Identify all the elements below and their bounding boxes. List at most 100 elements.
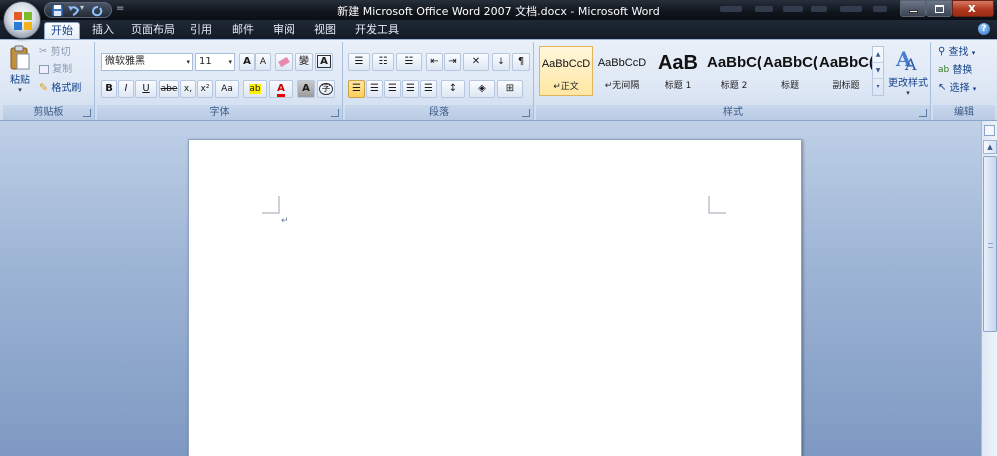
tab-developer[interactable]: 开发工具 [352,22,402,39]
cut-button[interactable]: ✂ 剪切 [39,44,71,60]
font-name-dropdown-icon[interactable]: ▾ [186,54,190,70]
scroll-thumb[interactable] [983,156,997,332]
tab-insert[interactable]: 插入 [88,22,118,39]
font-color-button[interactable]: A [269,80,293,98]
minimize-icon [909,10,918,13]
restore-button[interactable] [926,0,952,17]
change-styles-dropdown-icon[interactable]: ▾ [888,89,928,97]
cursor-arrow-icon: ↖ [938,82,947,93]
style-normal-name: ↵正文 [553,82,579,92]
tab-view[interactable]: 视图 [310,22,340,39]
borders-button[interactable]: ⊞ [497,80,523,98]
title-blur-2 [755,6,773,12]
close-button[interactable]: x [952,0,994,17]
style-normal-sample: AaBbCcD [541,58,591,70]
align-center-button[interactable]: ☰ [366,80,383,98]
borders-icon: ⊞ [505,83,515,94]
subscript-label: x, [183,84,193,94]
increase-indent-icon: ⇥ [448,56,457,67]
style-subtitle[interactable]: AaBbC( 副标题 [819,46,873,96]
style-heading-2-name: 标题 2 [720,81,748,91]
strikethrough-button[interactable]: abe [159,80,179,98]
font-size-combo[interactable]: 11 ▾ [195,53,235,71]
office-button[interactable] [3,1,41,39]
style-heading-1[interactable]: AaB 标题 1 [651,46,705,96]
style-heading-2[interactable]: AaBbC( 标题 2 [707,46,761,96]
grow-font-label: A [243,56,251,67]
title-blur-6 [873,6,887,12]
title-bar: ▾ = 新建 Microsoft Office Word 2007 文档.doc… [0,0,997,20]
find-label: 查找 [948,47,969,58]
gallery-down-icon[interactable]: ▼ [873,63,883,79]
subscript-button[interactable]: x, [180,80,196,98]
decrease-indent-button[interactable]: ⇤ [426,53,443,71]
clipboard-launcher-icon[interactable] [83,109,91,117]
paste-dropdown-icon[interactable]: ▾ [6,86,34,94]
font-size-value: 11 [199,56,212,67]
underline-button[interactable]: U [135,80,157,98]
styles-gallery-scroller: ▲ ▼ ▾ [872,46,884,96]
replace-button[interactable]: ab 替换 [938,62,972,78]
gallery-more-icon[interactable]: ▾ [873,79,883,95]
numbering-button[interactable]: ☷ [372,53,394,71]
title-blur-3 [783,6,803,12]
superscript-button[interactable]: x² [197,80,213,98]
char-shading-button[interactable]: A [297,80,315,98]
enclose-char-button[interactable]: 字 [317,80,335,98]
paste-button[interactable]: 粘贴 ▾ [6,45,34,101]
grow-font-button[interactable]: A [239,53,255,71]
phonetic-guide-button[interactable]: 變 [295,53,313,71]
help-icon[interactable]: ? [978,23,990,35]
window-controls: x [900,0,994,18]
gallery-up-icon[interactable]: ▲ [873,47,883,63]
char-border-button[interactable]: A [315,53,333,71]
chinese-layout-button[interactable]: ✕ [463,53,489,71]
format-painter-button[interactable]: ✎ 格式刷 [39,80,81,96]
find-button[interactable]: ⚲ 查找 ▾ [938,44,975,60]
tab-home[interactable]: 开始 [44,22,80,39]
style-no-spacing[interactable]: AaBbCcD ↵无间隔 [595,46,649,96]
decrease-indent-icon: ⇤ [430,56,439,67]
view-ruler-icon[interactable] [984,125,995,136]
distributed-button[interactable]: ☰ [420,80,437,98]
show-marks-button[interactable]: ¶ [512,53,530,71]
paste-icon [10,45,30,70]
clear-formatting-button[interactable] [275,53,293,71]
italic-button[interactable]: I [118,80,134,98]
strikethrough-label: abe [160,84,178,94]
bold-button[interactable]: B [101,80,117,98]
paragraph-group: ☰ ☷ ☱ ⇤ ⇥ ✕ ↓ ¶ ☰ ☰ ☰ ☰ ☰ ↕ ◈ ⊞ 段落 [345,42,534,120]
bold-label: B [105,83,113,94]
tab-review[interactable]: 审阅 [269,22,299,39]
scroll-up-icon[interactable]: ▲ [983,140,997,154]
line-spacing-button[interactable]: ↕ [441,80,465,98]
select-button[interactable]: ↖ 选择 ▾ [938,80,976,96]
styles-launcher-icon[interactable] [919,109,927,117]
document-page[interactable]: ↵ [188,139,802,456]
font-size-dropdown-icon[interactable]: ▾ [228,54,232,70]
copy-button[interactable]: 复制 [39,62,72,78]
justify-button[interactable]: ☰ [402,80,419,98]
minimize-button[interactable] [900,0,926,17]
align-left-button[interactable]: ☰ [348,80,365,98]
font-launcher-icon[interactable] [331,109,339,117]
vertical-scrollbar[interactable]: ▲ [981,121,997,456]
align-right-button[interactable]: ☰ [384,80,401,98]
tab-page-layout[interactable]: 页面布局 [128,22,178,39]
style-title[interactable]: AaBbC( 标题 [763,46,817,96]
paragraph-launcher-icon[interactable] [522,109,530,117]
tab-mailings[interactable]: 邮件 [228,22,258,39]
tab-references[interactable]: 引用 [186,22,216,39]
change-styles-button[interactable]: A A 更改样式 ▾ [888,44,928,102]
change-case-button[interactable]: Aa [215,80,239,98]
shading-button[interactable]: ◈ [469,80,495,98]
increase-indent-button[interactable]: ⇥ [444,53,461,71]
font-name-combo[interactable]: 微软雅黑 ▾ [101,53,193,71]
highlight-label: ab [249,84,261,94]
shrink-font-button[interactable]: A [255,53,271,71]
style-normal[interactable]: AaBbCcD ↵正文 [539,46,593,96]
highlight-button[interactable]: ab [243,80,267,98]
bullets-button[interactable]: ☰ [348,53,370,71]
multilevel-list-button[interactable]: ☱ [396,53,422,71]
sort-button[interactable]: ↓ [492,53,510,71]
